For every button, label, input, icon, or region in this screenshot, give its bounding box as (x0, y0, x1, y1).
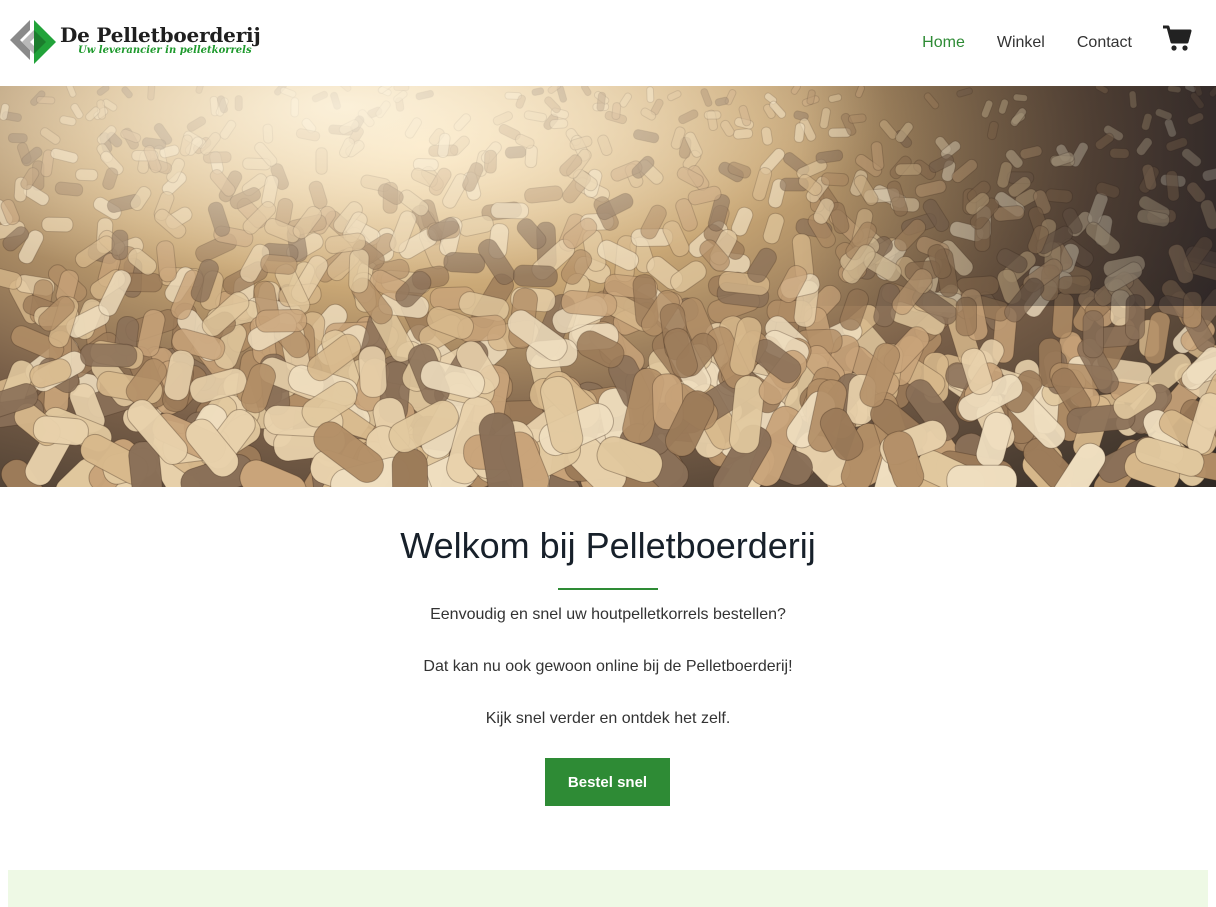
intro-paragraph-1: Eenvoudig en snel uw houtpelletkorrels b… (430, 606, 786, 623)
intro-paragraph-2: Dat kan nu ook gewoon online bij de Pell… (423, 658, 793, 675)
intro-paragraph-3: Kijk snel verder en ontdek het zelf. (485, 710, 731, 727)
footer-band (8, 870, 1208, 907)
logo-mark-icon (10, 20, 56, 64)
logo-subtitle: Uw leverancier in pelletkorrels (78, 45, 252, 56)
hero-image (0, 86, 1216, 487)
shopping-cart-icon[interactable] (1162, 24, 1192, 52)
wood-pellets-illustration (0, 86, 1216, 487)
title-divider (558, 588, 658, 590)
nav-item-home[interactable]: Home (922, 34, 965, 52)
nav-item-winkel[interactable]: Winkel (997, 34, 1045, 52)
order-now-button[interactable]: Bestel snel (545, 758, 670, 806)
logo-title: De Pelletboerderij (60, 23, 261, 47)
nav-item-contact[interactable]: Contact (1077, 34, 1132, 52)
main-nav: Home Winkel Contact (922, 0, 1132, 86)
page-title: Welkom bij Pelletboerderij (400, 525, 816, 566)
logo[interactable]: De Pelletboerderij Uw leverancier in pel… (8, 16, 261, 70)
site-header: De Pelletboerderij Uw leverancier in pel… (0, 0, 1216, 86)
